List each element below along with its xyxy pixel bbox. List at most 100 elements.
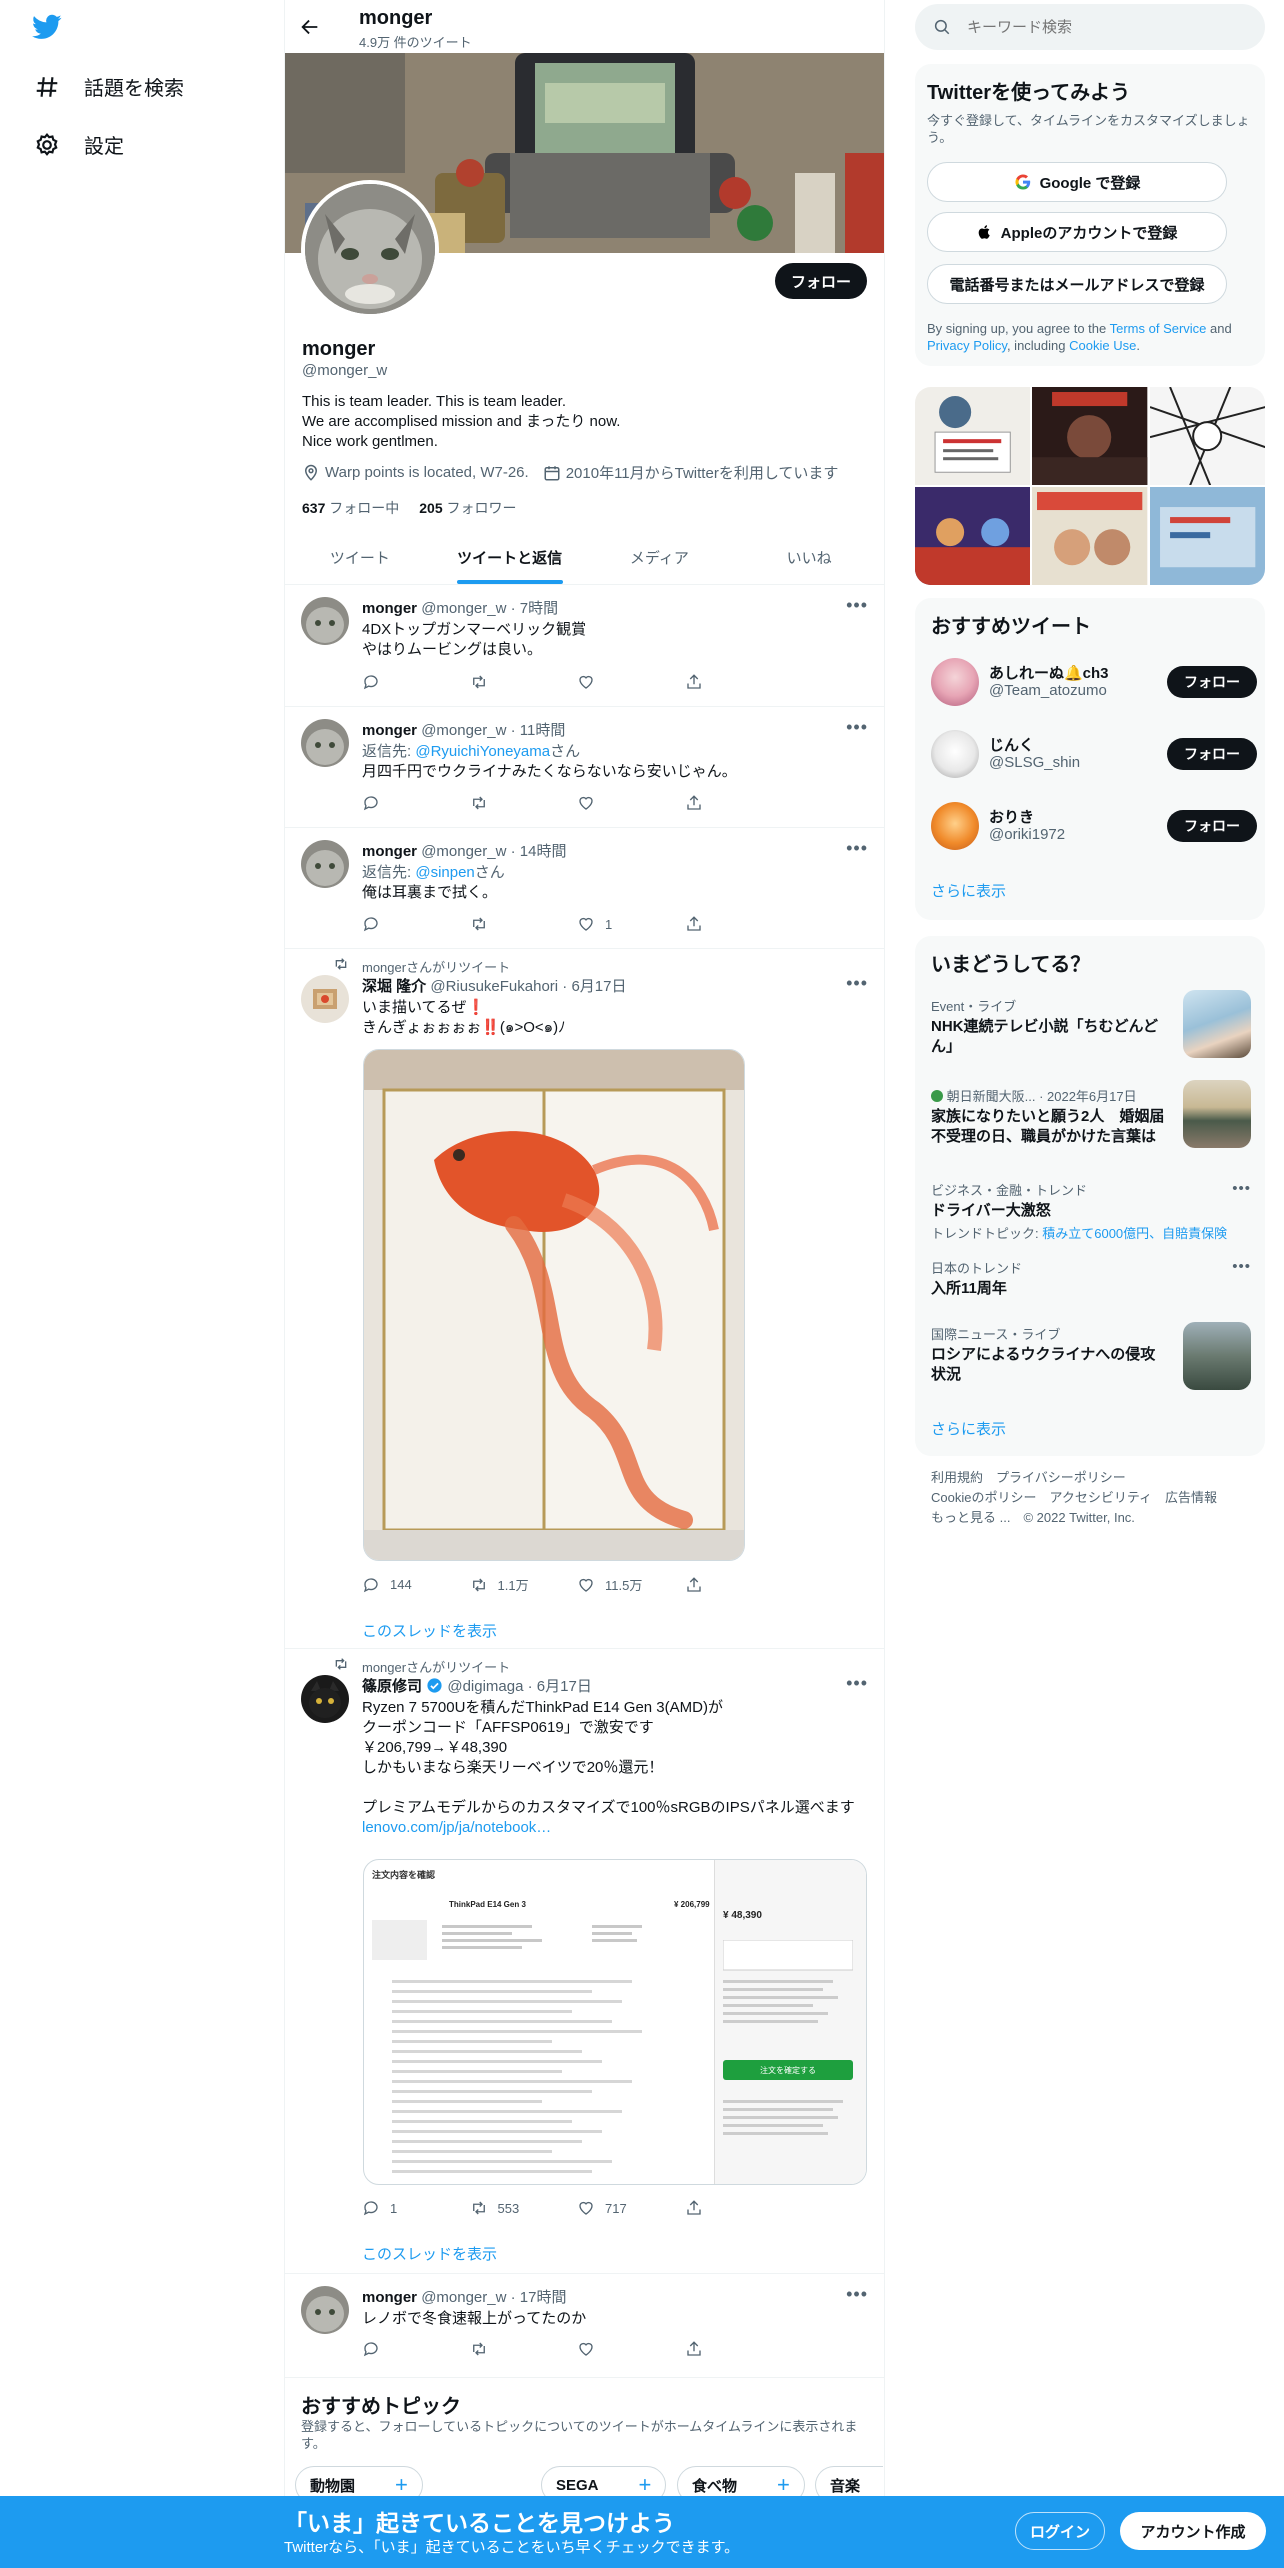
avatar[interactable] bbox=[301, 840, 349, 888]
tweet-author[interactable]: monger bbox=[362, 843, 417, 860]
recommended-user[interactable]: おりき @oriki1972 フォロー bbox=[931, 802, 1257, 850]
tweet[interactable]: monger @monger_w · 17時間 レノボで冬食速報上がってたのか … bbox=[285, 2274, 884, 2378]
tab-likes[interactable]: いいね bbox=[734, 532, 884, 584]
more-icon[interactable]: ••• bbox=[846, 1673, 868, 1694]
retweet-button[interactable]: 1.1万 bbox=[470, 1575, 578, 1594]
avatar[interactable] bbox=[931, 730, 979, 778]
login-button[interactable]: ログイン bbox=[1015, 2512, 1105, 2550]
reply-button[interactable] bbox=[362, 2340, 470, 2358]
tab-tweets[interactable]: ツイート bbox=[285, 532, 435, 584]
nav-settings[interactable]: 設定 bbox=[34, 130, 124, 159]
media-thumbnail[interactable] bbox=[1149, 387, 1265, 486]
tweet[interactable]: mongerさんがリツイート 篠原修司 @digimaga · 6月17日 Ry… bbox=[285, 1649, 884, 2274]
media-thumbnail[interactable] bbox=[915, 387, 1031, 486]
signup-button[interactable]: アカウント作成 bbox=[1120, 2512, 1266, 2550]
reply-button[interactable]: 144 bbox=[362, 1575, 470, 1594]
like-button[interactable]: 1 bbox=[577, 915, 685, 933]
tweet[interactable]: mongerさんがリツイート 深堀 隆介 @RiusukeFukahori · … bbox=[285, 949, 884, 1649]
following-link[interactable]: 637 フォロー中 bbox=[302, 498, 399, 518]
retweet-button[interactable] bbox=[470, 2340, 578, 2358]
trend-item[interactable]: ビジネス・金融・トレンド ドライバー大激怒 トレンドトピック: 積み立て6000… bbox=[931, 1180, 1251, 1252]
follow-button[interactable]: フォロー bbox=[775, 263, 867, 299]
avatar[interactable] bbox=[301, 597, 349, 645]
phone-email-signup-button[interactable]: 電話番号またはメールアドレスで登録 bbox=[927, 264, 1227, 304]
tweet-image-order-screenshot[interactable]: 注文内容を確認 ThinkPad E14 Gen 3 ¥ 206,799 ¥ 4… bbox=[363, 1859, 867, 2185]
avatar[interactable] bbox=[301, 1675, 349, 1723]
reply-to-link[interactable]: @sinpen bbox=[415, 864, 474, 881]
follow-button[interactable]: フォロー bbox=[1167, 738, 1257, 770]
share-button[interactable] bbox=[685, 915, 793, 933]
retweet-label[interactable]: mongerさんがリツイート bbox=[362, 957, 510, 976]
follow-button[interactable]: フォロー bbox=[1167, 810, 1257, 842]
retweet-button[interactable] bbox=[470, 915, 578, 933]
show-thread-link[interactable]: このスレッドを表示 bbox=[362, 1620, 497, 1641]
terms-of-service-link[interactable]: Terms of Service bbox=[1110, 321, 1207, 336]
footer-line[interactable]: 利用規約 プライバシーポリシー bbox=[931, 1468, 1251, 1488]
tweet-author[interactable]: 篠原修司 bbox=[362, 1678, 422, 1695]
recommended-user[interactable]: じんく @SLSG_shin フォロー bbox=[931, 730, 1257, 778]
tweet-author[interactable]: monger bbox=[362, 600, 417, 617]
footer-line[interactable]: Cookieのポリシー アクセシビリティ 広告情報 bbox=[931, 1488, 1251, 1508]
footer-line[interactable]: もっと見る ... © 2022 Twitter, Inc. bbox=[931, 1508, 1251, 1528]
trend-item[interactable]: 日本のトレンド 入所11周年 ••• bbox=[931, 1258, 1251, 1314]
trend-item[interactable]: 朝日新聞大阪... · 2022年6月17日 家族になりたいと願う2人 婚姻届不… bbox=[931, 1080, 1251, 1158]
more-icon[interactable]: ••• bbox=[846, 973, 868, 994]
show-more-link[interactable]: さらに表示 bbox=[931, 1418, 1006, 1439]
tweet-author[interactable]: monger bbox=[362, 722, 417, 739]
privacy-policy-link[interactable]: Privacy Policy bbox=[927, 338, 1007, 353]
avatar[interactable] bbox=[931, 658, 979, 706]
avatar[interactable] bbox=[301, 2286, 349, 2334]
retweet-button[interactable] bbox=[470, 673, 578, 691]
profile-avatar[interactable] bbox=[301, 180, 439, 318]
tweet-author[interactable]: 深堀 隆介 bbox=[362, 978, 426, 995]
follow-button[interactable]: フォロー bbox=[1167, 666, 1257, 698]
search-input[interactable] bbox=[967, 18, 1247, 36]
tab-tweets-and-replies[interactable]: ツイートと返信 bbox=[435, 532, 585, 584]
reply-button[interactable] bbox=[362, 673, 470, 691]
apple-signup-button[interactable]: Appleのアカウントで登録 bbox=[927, 212, 1227, 252]
share-button[interactable] bbox=[685, 673, 793, 691]
share-button[interactable] bbox=[685, 2199, 793, 2217]
show-more-link[interactable]: さらに表示 bbox=[931, 880, 1006, 901]
cookie-use-link[interactable]: Cookie Use bbox=[1069, 338, 1136, 353]
more-icon[interactable]: ••• bbox=[846, 838, 868, 859]
like-button[interactable] bbox=[577, 673, 685, 691]
like-button[interactable] bbox=[577, 794, 685, 812]
tweet[interactable]: monger @monger_w · 7時間 4DXトップガンマーベリック観賞 … bbox=[285, 585, 884, 707]
more-icon[interactable]: ••• bbox=[1232, 1180, 1251, 1197]
recommended-user[interactable]: あしれーぬ🔔ch3 @Team_atozumo フォロー bbox=[931, 658, 1257, 706]
tab-media[interactable]: メディア bbox=[585, 532, 735, 584]
google-signup-button[interactable]: Google で登録 bbox=[927, 162, 1227, 202]
like-button[interactable]: 717 bbox=[577, 2199, 685, 2217]
retweet-label[interactable]: mongerさんがリツイート bbox=[362, 1657, 510, 1676]
avatar[interactable] bbox=[301, 719, 349, 767]
reply-button[interactable] bbox=[362, 915, 470, 933]
avatar[interactable] bbox=[931, 802, 979, 850]
like-button[interactable]: 11.5万 bbox=[577, 1575, 685, 1594]
twitter-logo-icon[interactable] bbox=[30, 12, 64, 42]
reply-button[interactable] bbox=[362, 794, 470, 812]
share-button[interactable] bbox=[685, 2340, 793, 2358]
reply-button[interactable]: 1 bbox=[362, 2199, 470, 2217]
tweet-link[interactable]: lenovo.com/jp/ja/notebook… bbox=[362, 1818, 868, 1838]
reply-to-link[interactable]: @RyuichiYoneyama bbox=[415, 743, 550, 760]
more-icon[interactable]: ••• bbox=[846, 595, 868, 616]
tweet[interactable]: monger @monger_w · 11時間 返信先: @RyuichiYon… bbox=[285, 707, 884, 828]
back-arrow-icon[interactable] bbox=[299, 16, 321, 38]
more-icon[interactable]: ••• bbox=[846, 717, 868, 738]
tweet-image-goldfish-painting[interactable] bbox=[363, 1049, 745, 1561]
search-bar[interactable] bbox=[915, 4, 1265, 50]
retweet-button[interactable] bbox=[470, 794, 578, 812]
tweet-author[interactable]: monger bbox=[362, 2289, 417, 2306]
trend-topic-links[interactable]: 積み立て6000億円、自賠責保険 bbox=[1042, 1226, 1227, 1241]
avatar[interactable] bbox=[301, 975, 349, 1023]
retweet-button[interactable]: 553 bbox=[470, 2199, 578, 2217]
tweet[interactable]: monger @monger_w · 14時間 返信先: @sinpenさん 俺… bbox=[285, 828, 884, 949]
media-thumbnail[interactable] bbox=[1032, 387, 1148, 486]
trend-item[interactable]: 国際ニュース・ライブ ロシアによるウクライナへの侵攻状況 bbox=[931, 1322, 1251, 1396]
media-thumbnail[interactable] bbox=[1032, 487, 1148, 585]
share-button[interactable] bbox=[685, 1575, 793, 1594]
more-icon[interactable]: ••• bbox=[846, 2284, 868, 2305]
followers-link[interactable]: 205 フォロワー bbox=[419, 498, 516, 518]
show-thread-link[interactable]: このスレッドを表示 bbox=[362, 2243, 497, 2264]
